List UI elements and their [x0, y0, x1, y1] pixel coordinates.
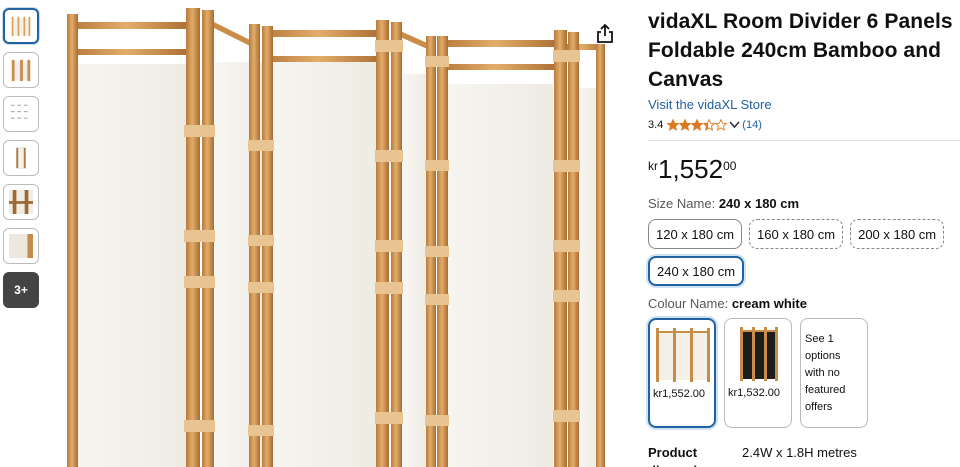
colour-option-price: kr1,552.00	[653, 388, 705, 400]
colour-label: Colour Name:	[648, 296, 729, 311]
price-currency: kr	[648, 159, 658, 173]
review-count-link[interactable]: (14)	[742, 119, 762, 131]
colour-selected-value: cream white	[731, 296, 807, 311]
main-product-image[interactable]	[58, 0, 618, 467]
black-divider-swatch-icon	[740, 327, 778, 381]
divider-thumb-icon	[11, 16, 31, 37]
product-dimensions-label: Product dimensions	[648, 445, 720, 467]
product-dimensions-row: Product dimensions 2.4W x 1.8H metres	[648, 444, 960, 467]
chevron-down-icon[interactable]	[729, 121, 740, 129]
divider-thumb-icon	[11, 59, 31, 82]
thumbnail-single-panel[interactable]	[3, 140, 39, 176]
thumbnail-strip: 3+	[0, 8, 42, 316]
divider-thumb-icon	[9, 190, 33, 214]
star-icon	[679, 119, 692, 131]
price: kr 1,552 00	[648, 155, 960, 183]
size-option-200x180[interactable]: 200 x 180 cm	[850, 219, 945, 249]
size-selected-value: 240 x 180 cm	[718, 196, 800, 211]
fabric-swatch-icon	[9, 234, 33, 258]
star-icon	[691, 119, 704, 131]
price-whole: 1,552	[658, 154, 724, 184]
cream-divider-swatch-icon	[656, 328, 710, 382]
thumbnail-cream-panels[interactable]	[3, 8, 39, 44]
share-icon[interactable]	[594, 22, 616, 44]
size-option-120x180[interactable]: 120 x 180 cm	[648, 219, 743, 249]
size-label-row: Size Name: 240 x 180 cm	[648, 196, 960, 211]
thumbnail-more-button[interactable]: 3+	[3, 272, 39, 308]
rating-row: 3.4 (14)	[648, 117, 960, 133]
star-icon	[667, 119, 680, 131]
size-chart-icon	[10, 104, 28, 119]
colour-label-row: Colour Name: cream white	[648, 296, 960, 311]
see-more-options-card[interactable]: See 1 options with no featured offers	[800, 318, 868, 428]
colour-option-cream[interactable]: kr1,552.00	[648, 318, 716, 428]
size-option-160x180[interactable]: 160 x 180 cm	[749, 219, 844, 249]
star-rating[interactable]	[667, 119, 728, 131]
thumbnail-panel-detail[interactable]	[3, 52, 39, 88]
divider-thumb-icon	[16, 147, 26, 169]
product-title: vidaXL Room Divider 6 Panels Foldable 24…	[648, 10, 953, 91]
thumbnail-size-chart[interactable]	[3, 96, 39, 132]
colour-option-black[interactable]: kr1,532.00	[724, 318, 792, 428]
store-link[interactable]: Visit the vidaXL Store	[648, 97, 960, 112]
thumbnail-fabric-swatch[interactable]	[3, 228, 39, 264]
rating-value: 3.4	[648, 119, 664, 131]
star-icon	[703, 119, 716, 131]
colour-option-price: kr1,532.00	[728, 387, 780, 399]
colour-options: kr1,552.00 kr1,532.00 See 1 options with…	[648, 318, 960, 428]
thumbnail-frame-closeup[interactable]	[3, 184, 39, 220]
size-label: Size Name:	[648, 196, 716, 211]
product-dimensions-value: 2.4W x 1.8H metres	[742, 445, 857, 460]
size-option-240x180[interactable]: 240 x 180 cm	[648, 256, 745, 286]
star-icon	[715, 119, 728, 131]
size-options: 120 x 180 cm 160 x 180 cm 200 x 180 cm 2…	[648, 219, 948, 286]
product-details: vidaXL Room Divider 6 Panels Foldable 24…	[648, 0, 960, 467]
price-fraction: 00	[723, 159, 737, 173]
divider	[648, 140, 960, 141]
